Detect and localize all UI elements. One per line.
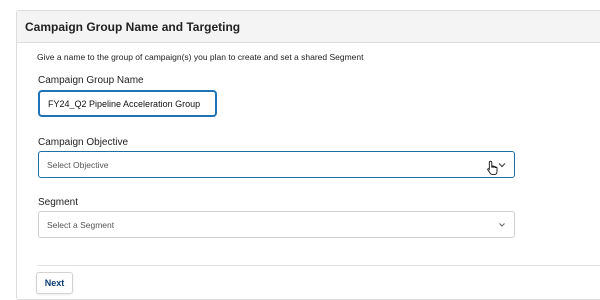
group-name-input[interactable] bbox=[38, 90, 217, 117]
hand-pointer-icon bbox=[487, 160, 498, 176]
segment-select[interactable]: Select a Segment bbox=[38, 211, 515, 238]
chevron-down-icon[interactable] bbox=[497, 220, 507, 230]
help-text: Give a name to the group of campaign(s) … bbox=[37, 52, 364, 62]
objective-label: Campaign Objective bbox=[38, 137, 129, 148]
group-name-label: Campaign Group Name bbox=[38, 75, 144, 86]
next-button[interactable]: Next bbox=[36, 272, 73, 294]
campaign-group-panel: Campaign Group Name and Targeting Give a… bbox=[16, 10, 600, 300]
objective-select[interactable]: Select Objective bbox=[38, 151, 515, 178]
segment-select-value: Select a Segment bbox=[47, 219, 115, 230]
objective-select-value: Select Objective bbox=[47, 159, 109, 170]
segment-label: Segment bbox=[38, 197, 79, 208]
panel-header: Campaign Group Name and Targeting bbox=[17, 11, 600, 43]
panel-title: Campaign Group Name and Targeting bbox=[25, 19, 241, 34]
footer-divider bbox=[37, 265, 600, 266]
